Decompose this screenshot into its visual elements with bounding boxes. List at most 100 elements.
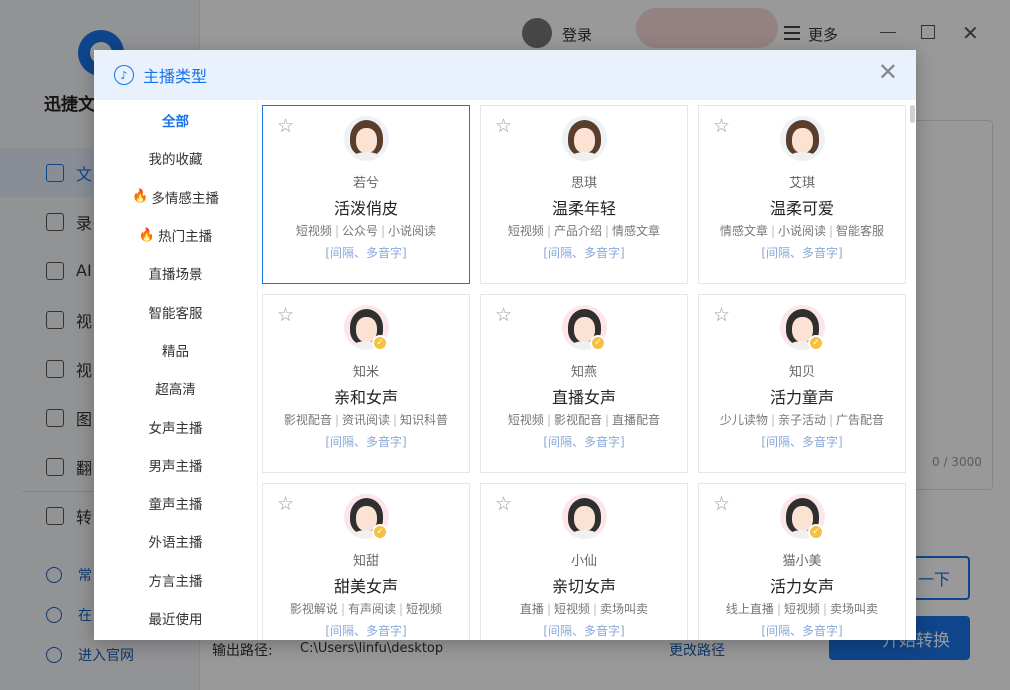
voice-card[interactable]: ☆ ✓ 猫小美 活力女声 [间隔、多音字] 线上直播 | 短视频 | 卖场叫卖	[698, 483, 906, 640]
voice-tag: 公众号	[341, 224, 378, 238]
voice-features: [间隔、多音字]	[543, 246, 625, 260]
voice-card[interactable]: ☆ 若兮 活泼俏皮 [间隔、多音字] 短视频 | 公众号 | 小说阅读	[262, 105, 470, 284]
voice-tag: 产品介绍	[553, 224, 602, 238]
favorite-star-icon[interactable]: ☆	[277, 495, 294, 514]
category-item[interactable]: 方言主播	[94, 561, 257, 599]
voice-tag: 情感文章	[719, 224, 768, 238]
vip-badge-icon: ✓	[808, 524, 824, 540]
favorite-star-icon[interactable]: ☆	[495, 117, 512, 136]
voice-features: [间隔、多音字]	[761, 624, 843, 638]
voice-tag: 短视频	[507, 413, 544, 427]
voice-card[interactable]: ☆ 思琪温柔年轻 [间隔、多音字] 短视频 | 产品介绍 | 情感文章	[480, 105, 688, 284]
category-label: 男声主播	[148, 458, 203, 475]
category-list: 全部我的收藏 🔥 多情感主播 🔥 热门主播直播场景智能客服 精品 超高清 女声主播男声主播童声…	[94, 100, 257, 640]
favorite-star-icon[interactable]: ☆	[495, 495, 512, 514]
voice-tag: 影视配音	[283, 413, 332, 427]
tag-separator: |	[829, 224, 834, 238]
voice-features: [间隔、多音字]	[325, 246, 407, 260]
voice-type: 活力童声	[769, 388, 834, 407]
voice-tag: 有声阅读	[347, 602, 396, 616]
voice-tags: 影视解说 | 有声阅读 | 短视频	[263, 600, 469, 617]
favorite-star-icon[interactable]: ☆	[277, 117, 294, 136]
favorite-star-icon[interactable]: ☆	[495, 306, 512, 325]
category-item[interactable]: 全部	[94, 101, 257, 139]
category-item[interactable]: 女声主播	[94, 407, 257, 445]
voice-features: [间隔、多音字]	[761, 435, 843, 449]
voice-card[interactable]: ☆ 艾琪 温柔可爱 [间隔、多音字] 情感文章 | 小说阅读 | 智能客服	[698, 105, 906, 284]
tag-separator: |	[381, 224, 386, 238]
music-note-icon: ♪	[114, 65, 134, 85]
voice-avatar	[344, 116, 389, 161]
category-item[interactable]: 直播场景	[94, 254, 257, 292]
category-item[interactable]: 精品	[94, 331, 257, 369]
scrollbar-track[interactable]	[908, 100, 916, 640]
voice-tag: 小说阅读	[777, 224, 826, 238]
voice-name: 思琪	[570, 176, 597, 191]
dialog-close-icon[interactable]: ✕	[878, 60, 898, 84]
voice-tag: 广告配音	[836, 413, 885, 427]
voice-features: [间隔、多音字]	[325, 435, 407, 449]
category-item[interactable]: 外语主播	[94, 522, 257, 560]
tag-separator: |	[334, 224, 339, 238]
voice-tags: 短视频 | 产品介绍 | 情感文章	[481, 222, 687, 239]
tag-separator: |	[334, 413, 339, 427]
category-label: 童声主播	[148, 497, 203, 514]
category-item[interactable]: 童声主播	[94, 484, 257, 522]
voice-tag: 小说阅读	[388, 224, 437, 238]
avatar-face	[792, 128, 813, 153]
voice-avatar	[780, 116, 825, 161]
category-label: 外语主播	[148, 535, 203, 552]
category-divider	[257, 100, 258, 640]
tag-separator: |	[770, 413, 775, 427]
voice-type: 温柔可爱	[769, 199, 834, 218]
category-label: 直播场景	[148, 267, 203, 284]
voice-card[interactable]: ☆ ✓ 知燕 直播女声 [间隔、多音字] 短视频 | 影视配音 | 直播配音	[480, 294, 688, 473]
voice-tag: 影视配音	[553, 413, 602, 427]
category-item[interactable]: 🔥 热门主播	[94, 216, 257, 254]
tag-separator: |	[399, 602, 404, 616]
voice-name: 知甜	[352, 554, 379, 569]
favorite-star-icon[interactable]: ☆	[277, 306, 294, 325]
voice-type: 亲和女声	[333, 388, 398, 407]
voice-name: 猫小美	[782, 554, 822, 569]
favorite-star-icon[interactable]: ☆	[713, 495, 730, 514]
tag-separator: |	[393, 413, 398, 427]
voice-features: [间隔、多音字]	[761, 246, 843, 260]
voice-tag: 卖场叫卖	[600, 602, 649, 616]
favorite-star-icon[interactable]: ☆	[713, 306, 730, 325]
category-item[interactable]: 超高清	[94, 369, 257, 407]
voice-card[interactable]: ☆ ✓ 知米 亲和女声 [间隔、多音字] 影视配音 | 资讯阅读 | 知识科普	[262, 294, 470, 473]
voice-type: 亲切女声	[551, 577, 616, 596]
voice-card[interactable]: ☆ ✓ 知贝 活力童声 [间隔、多音字] 少儿读物 | 亲子活动 | 广告配音	[698, 294, 906, 473]
voice-tag: 少儿读物	[719, 413, 768, 427]
avatar-body	[352, 152, 381, 161]
voice-tag: 直播配音	[612, 413, 661, 427]
voice-type: 温柔年轻	[551, 199, 616, 218]
avatar-body	[570, 152, 599, 161]
voice-card[interactable]: ☆ 小仙 亲切女声 [间隔、多音字] 直播 | 短视频 | 卖场叫卖	[480, 483, 688, 640]
category-item[interactable]: 最近使用	[94, 599, 257, 637]
voice-card[interactable]: ☆ ✓ 知甜 甜美女声 [间隔、多音字] 影视解说 | 有声阅读 | 短视频	[262, 483, 470, 640]
scrollbar-thumb[interactable]	[910, 105, 915, 123]
fire-icon: 🔥	[138, 227, 156, 243]
voice-name: 知贝	[788, 365, 815, 380]
voice-type: 直播女声	[551, 388, 616, 407]
category-item[interactable]: 🔥 多情感主播	[94, 178, 257, 216]
category-item[interactable]: 男声主播	[94, 446, 257, 484]
voice-tag: 影视解说	[289, 602, 338, 616]
voice-features: [间隔、多音字]	[325, 624, 407, 638]
voice-tag: 短视频	[783, 602, 820, 616]
avatar-face	[574, 506, 595, 531]
voice-tag: 资讯阅读	[341, 413, 390, 427]
category-item[interactable]: 智能客服	[94, 292, 257, 330]
voice-tag: 知识科普	[400, 413, 449, 427]
voice-tag: 线上直播	[725, 602, 774, 616]
category-label: 全部	[162, 114, 189, 131]
vip-badge-icon: ✓	[372, 524, 388, 540]
tag-separator: |	[776, 602, 781, 616]
voice-name: 艾琪	[788, 176, 815, 191]
favorite-star-icon[interactable]: ☆	[713, 117, 730, 136]
voice-tags: 短视频 | 影视配音 | 直播配音	[481, 411, 687, 428]
category-item[interactable]: 我的收藏	[94, 139, 257, 177]
category-label: 最近使用	[148, 612, 203, 628]
